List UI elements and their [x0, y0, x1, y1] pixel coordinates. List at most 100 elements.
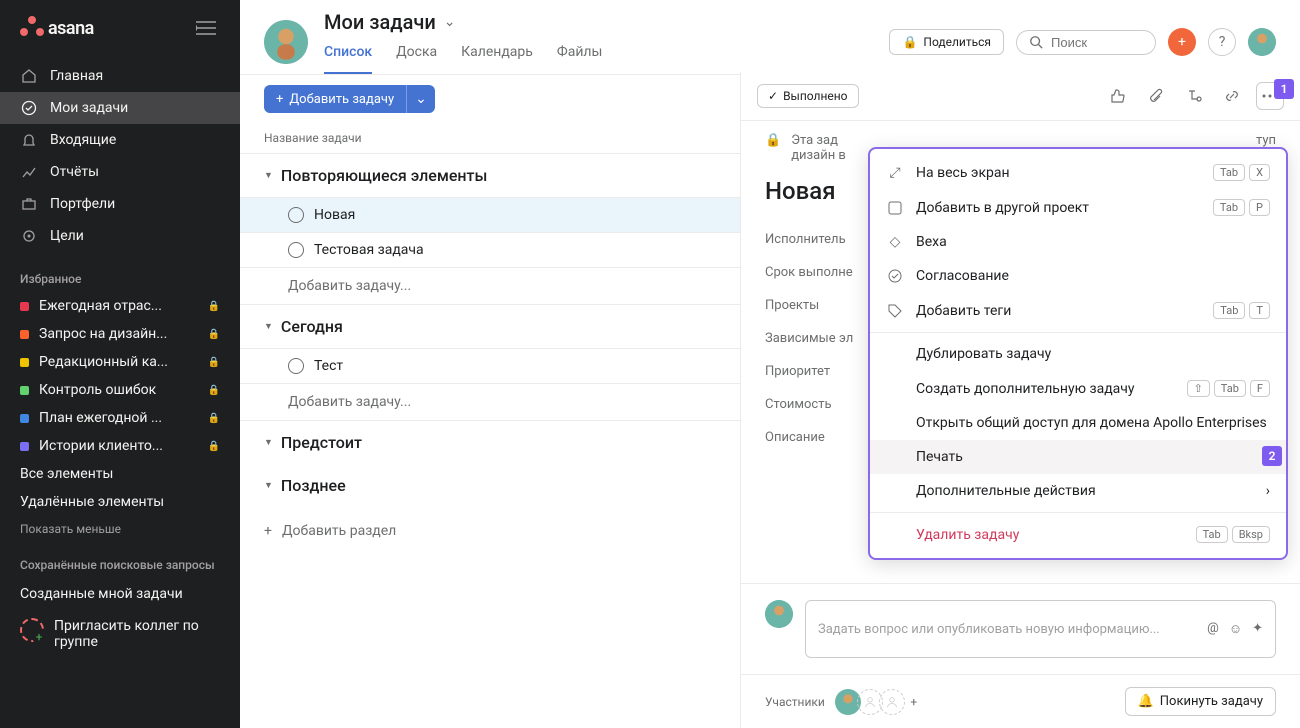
subtask-icon: [1186, 88, 1202, 104]
help-button[interactable]: ?: [1208, 28, 1236, 56]
nav-label: Цели: [50, 228, 84, 244]
tab-list[interactable]: Список: [324, 38, 372, 74]
triangle-down-icon: ▼: [264, 321, 273, 332]
emoji-icon[interactable]: ☺: [1229, 621, 1242, 637]
copy-link-button[interactable]: [1218, 82, 1246, 110]
favorite-label: Редакционный ка...: [39, 354, 198, 370]
plus-icon: +: [276, 92, 283, 107]
main-area: Мои задачи ⌄ Список Доска Календарь Файл…: [240, 0, 1300, 728]
menu-separator: [870, 512, 1286, 513]
bell-icon: 🔔: [1138, 694, 1154, 709]
sidebar: asana Главная Мои задачи Входящие Отчёты…: [0, 0, 240, 728]
deleted-items-link[interactable]: Удалённые элементы: [0, 488, 240, 516]
logo-icon: [20, 16, 44, 40]
nav-label: Входящие: [50, 132, 116, 148]
hamburger-icon: [196, 21, 216, 35]
leave-task-button[interactable]: 🔔Покинуть задачу: [1125, 687, 1276, 716]
add-task-dropdown[interactable]: ⌄: [406, 85, 435, 113]
created-by-me-link[interactable]: Созданные мной задачи: [0, 580, 240, 608]
star-icon[interactable]: ✦: [1252, 621, 1263, 637]
menu-duplicate[interactable]: Дублировать задачу: [870, 337, 1286, 371]
lock-icon: 🔒: [208, 301, 220, 312]
add-follower-button[interactable]: +: [901, 689, 927, 715]
favorite-label: План ежегодной ...: [39, 410, 198, 426]
attachment-button[interactable]: [1142, 82, 1170, 110]
comment-composer: Задать вопрос или опубликовать новую инф…: [741, 583, 1300, 674]
at-mention-icon[interactable]: @: [1207, 621, 1219, 637]
saved-searches-heading: Сохранённые поисковые запросы: [0, 542, 240, 580]
invite-label: Пригласить коллег по группе: [54, 618, 220, 650]
user-avatar[interactable]: [264, 20, 308, 64]
detail-body: 🔒 Эта зад дизайн в туп Новая Исполнитель…: [741, 121, 1300, 583]
all-items-link[interactable]: Все элементы: [0, 460, 240, 488]
nav-goals[interactable]: Цели: [0, 220, 240, 252]
link-icon: [1224, 88, 1240, 104]
tab-board[interactable]: Доска: [396, 38, 437, 74]
favorite-item[interactable]: Редакционный ка... 🔒: [0, 348, 240, 376]
nav-reports[interactable]: Отчёты: [0, 156, 240, 188]
menu-make-public[interactable]: Открыть общий доступ для домена Apollo E…: [870, 406, 1286, 440]
favorite-item[interactable]: Запрос на дизайн...🔒: [0, 320, 240, 348]
menu-delete-task[interactable]: Удалить задачуTabBksp: [870, 517, 1286, 552]
nav-portfolios[interactable]: Портфели: [0, 188, 240, 220]
check-icon: ✓: [768, 89, 778, 103]
menu-fullscreen[interactable]: ⤢ На весь экран TabX: [870, 155, 1286, 190]
task-name: Тест: [314, 358, 343, 374]
mark-complete-button[interactable]: ✓Выполнено: [757, 84, 859, 108]
triangle-down-icon: ▼: [264, 480, 273, 491]
logo-text: asana: [48, 18, 94, 39]
invite-icon: [20, 618, 44, 642]
chevron-right-icon: ›: [1266, 483, 1270, 499]
tab-files[interactable]: Файлы: [557, 38, 602, 74]
favorite-label: Контроль ошибок: [39, 382, 198, 398]
menu-print[interactable]: Печать 2: [870, 440, 1286, 474]
menu-separator: [870, 332, 1286, 333]
complete-toggle[interactable]: [288, 207, 304, 223]
project-color-icon: [20, 330, 29, 339]
profile-avatar[interactable]: [1248, 28, 1276, 56]
omnibutton[interactable]: +: [1168, 28, 1196, 56]
favorite-item[interactable]: Истории клиенто...🔒: [0, 432, 240, 460]
share-button[interactable]: 🔒Поделиться: [889, 29, 1004, 55]
task-actions-menu: ⤢ На весь экран TabX Добавить в другой п…: [868, 147, 1288, 560]
favorite-item[interactable]: Ежегодная отрас... 🔒: [0, 292, 240, 320]
lock-icon: 🔒: [208, 413, 220, 424]
nav-my-tasks[interactable]: Мои задачи: [0, 92, 240, 124]
bell-icon: [20, 131, 38, 149]
lock-icon: 🔒: [208, 357, 220, 368]
menu-approval[interactable]: Согласование: [870, 259, 1286, 293]
complete-toggle[interactable]: [288, 242, 304, 258]
project-color-icon: [20, 358, 29, 367]
nav-home[interactable]: Главная: [0, 60, 240, 92]
menu-add-to-project[interactable]: Добавить в другой проект TabP: [870, 190, 1286, 225]
collapse-sidebar-button[interactable]: [192, 14, 220, 42]
search-input[interactable]: [1051, 35, 1141, 50]
comment-input[interactable]: Задать вопрос или опубликовать новую инф…: [805, 600, 1276, 658]
search-box[interactable]: [1016, 30, 1156, 55]
like-button[interactable]: [1104, 82, 1132, 110]
tab-calendar[interactable]: Календарь: [461, 38, 533, 74]
approval-icon: [886, 269, 904, 283]
subtask-button[interactable]: [1180, 82, 1208, 110]
target-icon: [20, 227, 38, 245]
menu-milestone[interactable]: ◇ Веха: [870, 225, 1286, 259]
nav-inbox[interactable]: Входящие: [0, 124, 240, 156]
menu-add-tags[interactable]: Добавить теги TabT: [870, 293, 1286, 328]
logo[interactable]: asana: [20, 16, 94, 40]
question-icon: ?: [1219, 34, 1226, 50]
plus-icon: +: [1178, 34, 1186, 50]
favorite-label: Ежегодная отрас...: [39, 298, 198, 314]
favorite-item[interactable]: План ежегодной ... 🔒: [0, 404, 240, 432]
plus-icon: +: [264, 523, 272, 539]
page-title[interactable]: Мои задачи ⌄: [324, 10, 873, 34]
invite-teammates-button[interactable]: Пригласить коллег по группе: [0, 608, 240, 660]
comment-avatar: [765, 600, 793, 628]
show-less-link[interactable]: Показать меньше: [0, 516, 240, 542]
task-name: Тестовая задача: [314, 242, 424, 258]
complete-toggle[interactable]: [288, 358, 304, 374]
triangle-down-icon: ▼: [264, 170, 273, 181]
add-task-button[interactable]: +Добавить задачу: [264, 85, 406, 113]
menu-create-followup[interactable]: Создать дополнительную задачу⇧TabF: [870, 371, 1286, 406]
menu-more-actions[interactable]: Дополнительные действия›: [870, 474, 1286, 508]
favorite-item[interactable]: Контроль ошибок🔒: [0, 376, 240, 404]
